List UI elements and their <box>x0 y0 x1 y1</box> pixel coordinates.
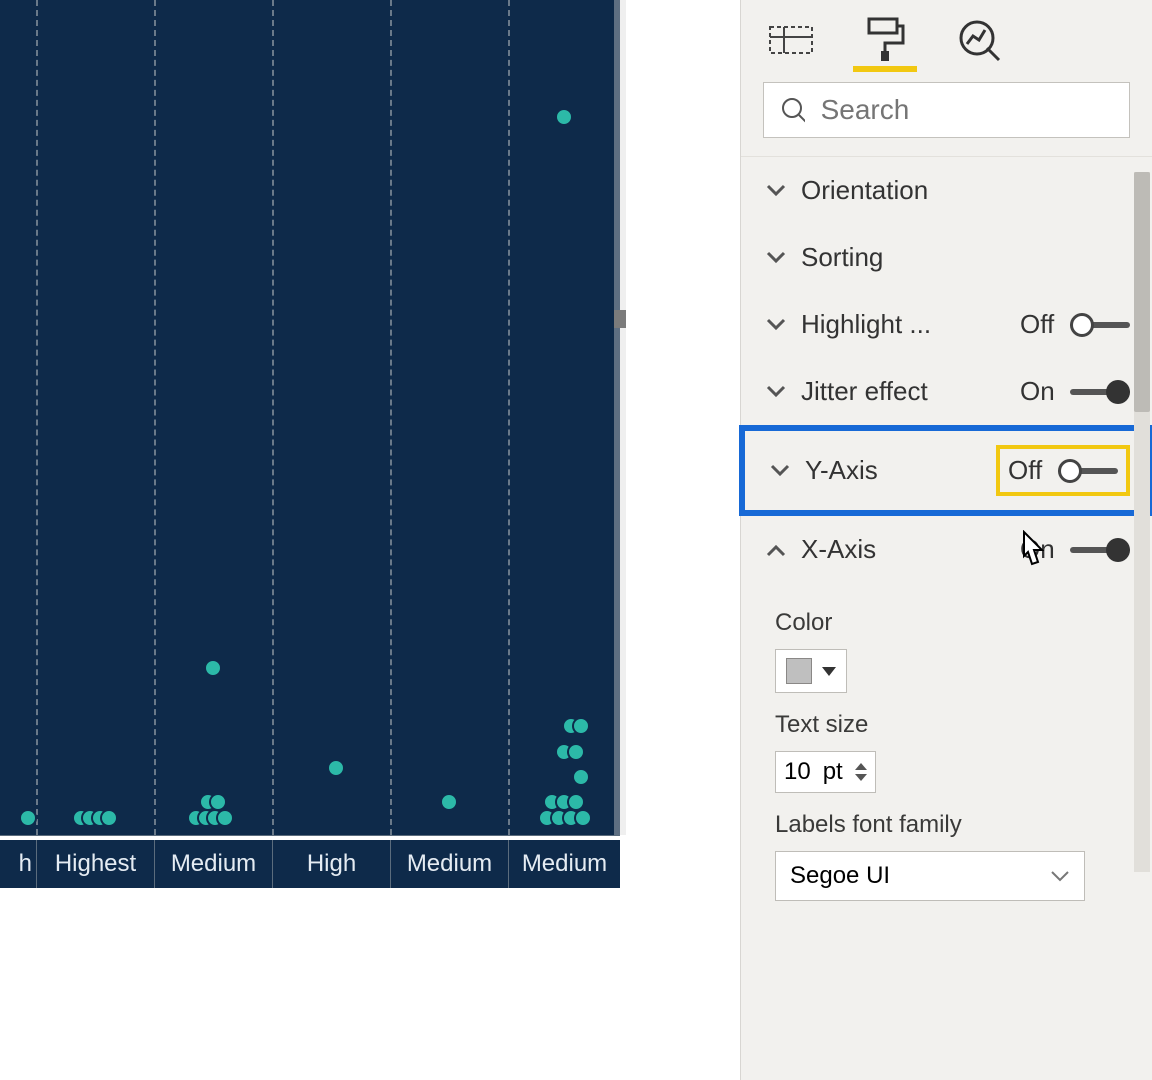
search-icon <box>780 96 805 124</box>
chart-area: h Highest Medium High Medium Medium <box>0 0 680 890</box>
textsize-stepper[interactable]: 10 pt <box>775 751 876 793</box>
chart-col-separator <box>36 0 38 835</box>
chart-scrollbar-track[interactable] <box>614 0 626 835</box>
textsize-value: 10 <box>784 758 811 786</box>
row-label: Y-Axis <box>805 455 988 486</box>
font-family-value: Segoe UI <box>790 862 890 890</box>
prop-color-label: Color <box>775 609 1118 637</box>
tab-format[interactable] <box>859 14 911 66</box>
toggle-jitter[interactable] <box>1070 381 1130 403</box>
toggle-highlight[interactable] <box>1070 314 1130 336</box>
toggle-x-axis[interactable] <box>1070 539 1130 561</box>
row-label: Jitter effect <box>801 376 1008 407</box>
chevron-down-icon <box>763 184 789 198</box>
chart-data-point <box>19 809 37 827</box>
spinner-icon[interactable] <box>855 763 867 781</box>
chart-data-point <box>100 809 118 827</box>
row-sorting[interactable]: Sorting <box>741 224 1152 291</box>
chart-data-point <box>572 717 590 735</box>
chart-data-point <box>572 768 590 786</box>
x-label: Highest <box>36 840 154 888</box>
x-label: Medium <box>154 840 272 888</box>
row-y-axis[interactable]: Y-Axis Off <box>745 431 1148 510</box>
chart-col-separator <box>390 0 392 835</box>
row-label: Orientation <box>801 175 1130 206</box>
chevron-down-icon <box>763 318 789 332</box>
font-family-select[interactable]: Segoe UI <box>775 851 1085 901</box>
row-highlight[interactable]: Highlight ... Off <box>741 291 1152 358</box>
x-label: h <box>0 840 36 888</box>
paint-roller-icon <box>865 17 905 63</box>
row-jitter[interactable]: Jitter effect On <box>741 358 1152 425</box>
x-axis-properties: Color Text size 10 pt Labels font family… <box>741 583 1152 921</box>
chevron-down-icon <box>767 464 793 478</box>
chart-x-axis-labels: h Highest Medium High Medium Medium <box>0 840 620 888</box>
toggle-state-text: On <box>1020 376 1060 407</box>
chart-data-point <box>440 793 458 811</box>
tab-analytics[interactable] <box>953 14 1005 66</box>
chart-data-point <box>204 659 222 677</box>
chart-data-point <box>216 809 234 827</box>
x-label: High <box>272 840 390 888</box>
chart-data-point <box>209 793 227 811</box>
search-box[interactable] <box>763 82 1130 138</box>
chevron-down-icon <box>763 251 789 265</box>
textsize-unit: pt <box>823 758 843 786</box>
row-label: Highlight ... <box>801 309 1008 340</box>
search-input[interactable] <box>821 94 1113 126</box>
chevron-up-icon <box>763 543 789 557</box>
chart-data-point <box>567 743 585 761</box>
format-pane-tabs <box>741 0 1152 66</box>
format-options-list: Orientation Sorting Highlight ... Off Ji… <box>741 157 1152 921</box>
prop-textsize-label: Text size <box>775 711 1118 739</box>
toggle-state-text: On <box>1020 534 1060 565</box>
x-label: Medium <box>508 840 620 888</box>
row-label: Sorting <box>801 242 1130 273</box>
chevron-down-icon <box>763 385 789 399</box>
fields-icon <box>768 21 814 59</box>
chart-scrollbar-thumb[interactable] <box>614 310 626 328</box>
color-select[interactable] <box>775 649 847 693</box>
toggle-y-axis[interactable] <box>1058 460 1118 482</box>
toggle-state-text: Off <box>1020 309 1060 340</box>
row-orientation[interactable]: Orientation <box>741 157 1152 224</box>
chart-baseline <box>0 835 620 836</box>
caret-down-icon <box>822 667 836 676</box>
chart-col-separator <box>272 0 274 835</box>
chart-col-separator <box>508 0 510 835</box>
row-label: X-Axis <box>801 534 1008 565</box>
chart-col-separator <box>154 0 156 835</box>
analytics-icon <box>957 18 1001 62</box>
color-swatch <box>786 658 812 684</box>
tab-fields[interactable] <box>765 14 817 66</box>
chart-data-point <box>574 809 592 827</box>
pane-scrollbar-thumb[interactable] <box>1134 172 1150 412</box>
chart-plot <box>0 0 620 835</box>
chart-data-point <box>327 759 345 777</box>
format-pane: Orientation Sorting Highlight ... Off Ji… <box>740 0 1152 1080</box>
chart-data-point <box>567 793 585 811</box>
row-x-axis[interactable]: X-Axis On <box>741 516 1152 583</box>
chevron-down-icon <box>1050 869 1070 883</box>
prop-font-label: Labels font family <box>775 811 1118 839</box>
chart-data-point <box>555 108 573 126</box>
toggle-state-text: Off <box>1008 455 1048 486</box>
x-label: Medium <box>390 840 508 888</box>
